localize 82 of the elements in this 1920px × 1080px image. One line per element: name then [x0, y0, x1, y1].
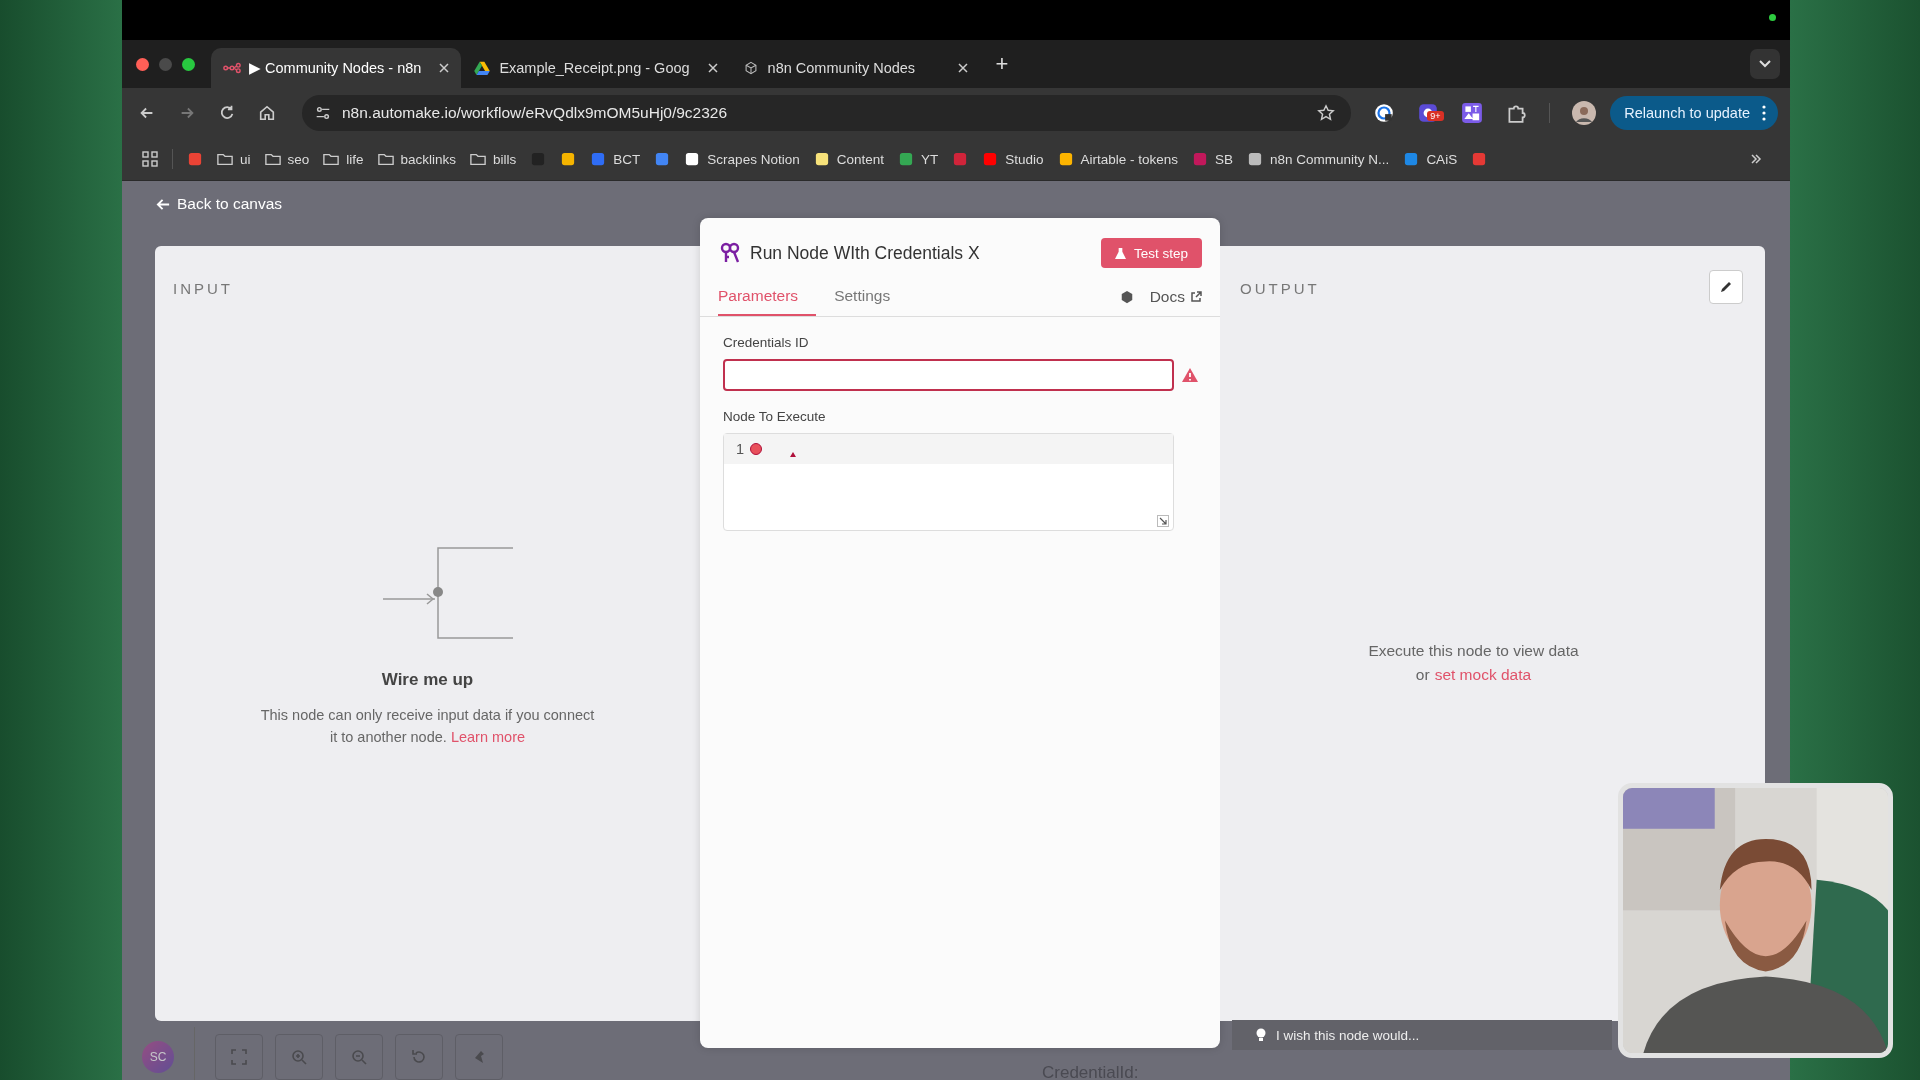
bookmark[interactable]: Airtable - tokens — [1057, 151, 1179, 167]
empty-state-heading: Wire me up — [381, 669, 474, 690]
bookmark[interactable]: YT — [897, 151, 939, 167]
pencil-icon — [1719, 279, 1733, 294]
bookmark-icon[interactable] — [1471, 152, 1488, 166]
bookmark[interactable]: Studio — [982, 151, 1044, 167]
fullscreen-icon — [231, 1049, 247, 1065]
triangle-icon — [473, 61, 492, 75]
bookmark[interactable]: SB — [1192, 151, 1234, 167]
home-icon[interactable] — [258, 104, 276, 122]
panel-title: OUTPUT — [1240, 279, 1320, 297]
connector-text: or — [1415, 665, 1430, 684]
error-marker-icon — [790, 451, 797, 457]
bookmark[interactable]: backlinks — [377, 151, 457, 167]
close-tab-icon[interactable] — [707, 63, 718, 73]
bookmark-icon[interactable] — [560, 152, 577, 166]
browser-tab[interactable]: Example_Receipt.png - Goog — [461, 48, 730, 88]
external-link-icon — [1190, 291, 1202, 303]
close-tab-icon[interactable] — [957, 63, 968, 73]
panel-tab[interactable]: Settings — [816, 278, 909, 316]
browser-tab[interactable]: ▶ Community Nodes - n8n — [211, 48, 462, 88]
zoom-in-icon — [291, 1049, 307, 1065]
keys-icon — [720, 242, 740, 264]
site-settings-icon[interactable] — [314, 104, 332, 122]
credentials-input[interactable] — [723, 359, 1174, 391]
line-number: 1 — [736, 441, 745, 457]
bookmark[interactable]: Content — [813, 151, 884, 167]
notification-badge: 9+ — [1427, 111, 1444, 121]
folder-icon — [323, 152, 340, 166]
field-label: Credentials ID — [723, 335, 810, 350]
bookmark[interactable]: Scrapes Notion — [684, 151, 800, 167]
relaunch-button[interactable]: Relaunch to update — [1610, 96, 1778, 130]
bookmark[interactable]: seo — [264, 151, 310, 167]
status-dot — [1769, 14, 1776, 21]
more-bookmarks-icon[interactable] — [1750, 153, 1762, 165]
warning-icon — [1182, 368, 1198, 382]
bookmark[interactable]: bills — [470, 151, 517, 167]
folder-icon — [217, 152, 233, 166]
back-link[interactable]: Back to canvas — [156, 195, 283, 213]
bookmark-icon[interactable] — [187, 152, 203, 166]
bookmark[interactable]: ui — [217, 151, 251, 167]
docs-link[interactable]: Docs — [1149, 288, 1202, 306]
close-window-icon[interactable] — [136, 57, 149, 71]
edit-button[interactable] — [1709, 269, 1743, 304]
field-label: Node To Execute — [723, 409, 827, 424]
shapes-extension-icon[interactable] — [1461, 102, 1484, 124]
tab-search-icon[interactable] — [1750, 49, 1780, 79]
bookmark[interactable]: CAiS — [1403, 151, 1458, 167]
bookmark-icon[interactable] — [654, 152, 671, 166]
resize-handle-icon[interactable] — [1157, 515, 1169, 527]
lightbulb-icon — [1256, 1028, 1266, 1042]
node-title: Run Node WIth Credentials X — [750, 242, 980, 264]
new-tab-button[interactable]: + — [995, 51, 1009, 77]
bookmark[interactable]: life — [323, 151, 364, 167]
undo-icon — [411, 1049, 427, 1065]
flask-icon — [1114, 246, 1126, 260]
feedback-bar[interactable]: I wish this node would... — [1232, 1020, 1612, 1050]
panel-tab[interactable]: Parameters — [718, 278, 817, 316]
address-bar[interactable]: n8n.automake.io/workflow/eRvQdlx9mOM5uHj0/9c2326 — [302, 95, 1352, 131]
reload-icon[interactable] — [218, 104, 236, 122]
bookmark[interactable]: BCT — [590, 151, 641, 167]
panel-title: INPUT — [173, 279, 234, 297]
bookmark[interactable]: n8n Community N... — [1247, 151, 1390, 167]
folder-icon — [470, 152, 487, 166]
more-icon[interactable] — [1762, 105, 1766, 121]
close-tab-icon[interactable] — [439, 63, 450, 73]
empty-state-text: This node can only receive input data if you connect it to another node. Learn more — [259, 705, 596, 747]
browser-tab[interactable]: n8n Community Nodes — [729, 48, 980, 88]
empty-state-text: Execute this node to view data — [1368, 641, 1579, 660]
profile-avatar[interactable] — [1572, 101, 1597, 125]
star-icon[interactable] — [1317, 104, 1336, 122]
lock-circle-icon[interactable] — [1373, 102, 1396, 124]
folder-icon — [264, 152, 281, 166]
cube-icon — [1119, 290, 1134, 304]
code-editor[interactable]: 1 — [723, 433, 1174, 531]
test-step-button[interactable]: Test step — [1100, 238, 1202, 268]
maximize-window-icon[interactable] — [182, 57, 195, 71]
apps-grid-icon[interactable] — [142, 151, 158, 167]
nodes-icon — [223, 61, 241, 75]
zoom-out-icon — [351, 1049, 367, 1065]
folder-icon — [377, 152, 394, 166]
user-avatar[interactable]: SC — [142, 1041, 174, 1073]
